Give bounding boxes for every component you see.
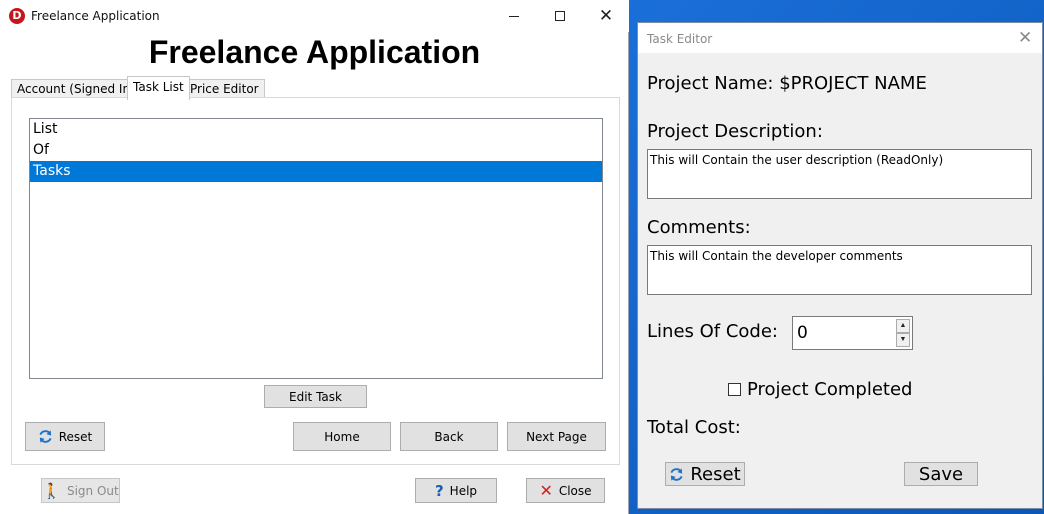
save-label: Save	[918, 463, 964, 485]
refresh-icon	[39, 430, 52, 443]
minimize-icon	[509, 15, 519, 17]
tab-price-editor[interactable]: Price Editor	[184, 79, 265, 99]
task-listbox[interactable]: List Of Tasks	[29, 118, 603, 379]
help-label: Help	[449, 483, 478, 498]
reset-button[interactable]: Reset	[25, 422, 105, 451]
project-name-label: Project Name: $PROJECT NAME	[647, 73, 927, 94]
sign-out-button[interactable]: 🚶 Sign Out	[41, 478, 120, 503]
tab-task-list[interactable]: Task List	[127, 76, 190, 100]
home-label: Home	[324, 429, 360, 444]
close-label: Close	[558, 483, 592, 498]
refresh-icon	[670, 467, 683, 481]
dialog-reset-button[interactable]: Reset	[665, 462, 745, 486]
list-item[interactable]: Of	[30, 140, 602, 161]
project-description-label: Project Description:	[647, 121, 823, 142]
project-completed-checkbox[interactable]	[728, 383, 741, 396]
walking-person-icon: 🚶	[42, 481, 61, 500]
project-description-field[interactable]: This will Contain the user description (…	[647, 149, 1032, 199]
dialog-reset-label: Reset	[690, 463, 741, 485]
dialog-title: Task Editor	[647, 32, 713, 46]
next-page-label: Next Page	[526, 429, 587, 444]
help-button[interactable]: ? Help	[415, 478, 497, 503]
save-button[interactable]: Save	[904, 462, 978, 486]
maximize-button[interactable]	[537, 0, 583, 32]
app-heading: Freelance Application	[148, 34, 481, 70]
back-label: Back	[434, 429, 464, 444]
close-button[interactable]: ✕ Close	[526, 478, 605, 503]
total-cost-label: Total Cost:	[647, 417, 741, 438]
sign-out-label: Sign Out	[66, 483, 119, 498]
list-item-selected[interactable]: Tasks	[30, 161, 602, 182]
comments-label: Comments:	[647, 217, 751, 238]
next-page-button[interactable]: Next Page	[507, 422, 606, 451]
maximize-icon	[555, 11, 565, 21]
window-title: Freelance Application	[31, 9, 160, 23]
main-window: D Freelance Application ✕ Freelance Appl…	[0, 0, 629, 514]
lines-of-code-label: Lines Of Code:	[647, 321, 778, 342]
lines-of-code-stepper[interactable]: 0 ▲ ▼	[792, 316, 913, 350]
lines-of-code-value[interactable]: 0	[797, 323, 808, 343]
minimize-button[interactable]	[491, 0, 537, 32]
reset-label: Reset	[58, 429, 93, 444]
dialog-close-icon[interactable]: ✕	[1018, 28, 1032, 48]
spin-down-icon[interactable]: ▼	[896, 333, 910, 347]
project-completed-label: Project Completed	[747, 379, 913, 400]
task-editor-dialog: Task Editor ✕ Project Name: $PROJECT NAM…	[637, 22, 1043, 509]
comments-field[interactable]: This will Contain the developer comments	[647, 245, 1032, 295]
dialog-title-bar[interactable]: Task Editor ✕	[638, 23, 1042, 53]
app-logo-icon: D	[9, 8, 25, 24]
edit-task-button[interactable]: Edit Task	[264, 385, 367, 408]
edit-task-label: Edit Task	[289, 389, 342, 404]
list-item[interactable]: List	[30, 119, 602, 140]
title-bar[interactable]: D Freelance Application ✕	[0, 0, 629, 32]
home-button[interactable]: Home	[293, 422, 391, 451]
project-completed-row[interactable]: Project Completed	[728, 379, 912, 400]
back-button[interactable]: Back	[400, 422, 498, 451]
tab-account[interactable]: Account (Signed In)	[11, 79, 141, 99]
window-close-button[interactable]: ✕	[583, 0, 629, 32]
task-list-panel: List Of Tasks Edit Task Reset Home Back …	[11, 97, 620, 465]
red-x-icon: ✕	[539, 481, 553, 500]
close-icon: ✕	[598, 6, 614, 26]
spin-up-icon[interactable]: ▲	[896, 319, 910, 333]
question-mark-icon: ?	[434, 481, 444, 500]
